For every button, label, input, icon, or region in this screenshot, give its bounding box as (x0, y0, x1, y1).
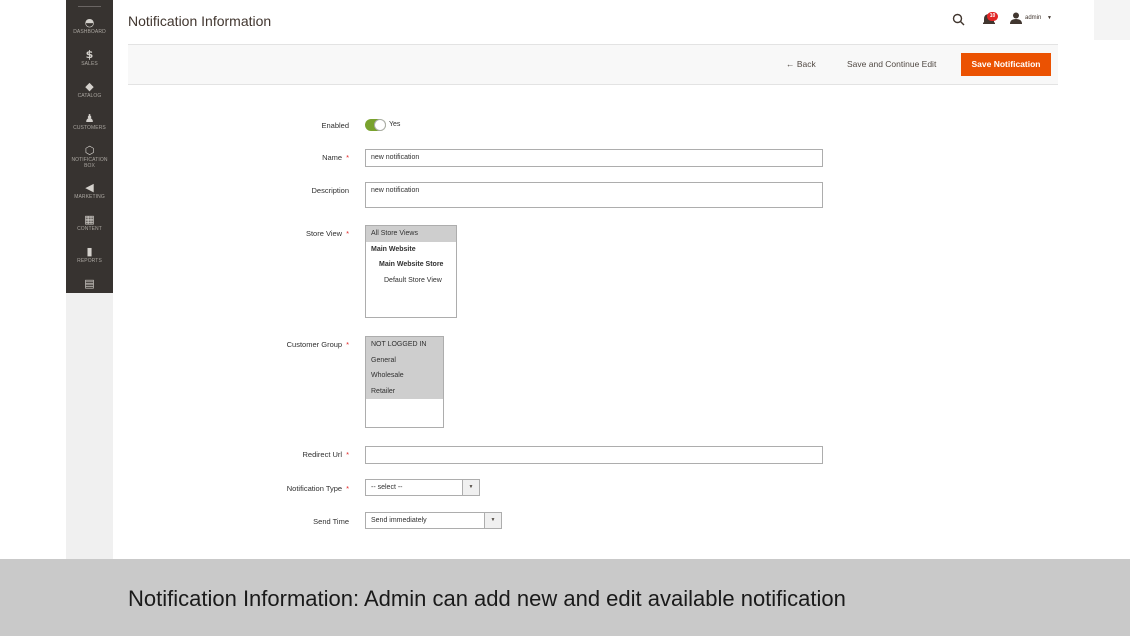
required-marker: * (346, 153, 349, 162)
sidebar-item-dashboard[interactable]: ◓ DASHBOARD (66, 16, 113, 36)
back-button[interactable]: ← Back (786, 59, 816, 69)
store-view-multiselect[interactable]: All Store Views Main Website Main Websit… (365, 225, 457, 318)
enabled-toggle[interactable] (365, 119, 386, 131)
content-icon: ▦ (84, 213, 95, 226)
notification-type-label: Notification Type * (229, 484, 349, 493)
enabled-label-text: Enabled (321, 121, 349, 130)
store-view-label: Store View * (229, 229, 349, 238)
sidebar-item-reports[interactable]: ▮ REPORTS (66, 245, 113, 265)
hexagon-icon: ⬡ (84, 144, 95, 157)
description-label: Description (229, 186, 349, 195)
sidebar-item-customers[interactable]: ♟ CUSTOMERS (66, 112, 113, 132)
top-right-panel (1094, 0, 1130, 40)
customer-group-label: Customer Group * (229, 340, 349, 349)
store-icon: ▤ (84, 277, 95, 290)
sidebar-item-label: CATALOG (77, 93, 102, 99)
send-time-select[interactable]: Send immediately ▼ (365, 512, 502, 529)
sidebar-item-marketing[interactable]: ◀ MARKETING (66, 181, 113, 201)
customer-group-option[interactable]: Retailer (366, 383, 443, 399)
store-view-option[interactable]: Main Website Store (366, 257, 456, 273)
notification-type-select[interactable]: -- select -- ▼ (365, 479, 480, 496)
store-view-label-text: Store View (305, 229, 343, 238)
redirect-url-label-text: Redirect Url (302, 450, 343, 459)
chevron-down-icon[interactable]: ▼ (1047, 15, 1052, 21)
required-marker: * (346, 229, 349, 238)
store-view-option[interactable]: Main Website (366, 242, 456, 258)
name-label-text: Name (322, 153, 343, 162)
toggle-knob (374, 119, 386, 131)
admin-user-menu[interactable]: admin (1025, 15, 1041, 21)
enabled-value: Yes (389, 121, 401, 128)
sidebar-item-label: CUSTOMERS (73, 125, 106, 131)
notification-type-value: -- select -- (371, 484, 403, 491)
dashboard-icon: ◓ (84, 16, 95, 29)
cube-icon: ◆ (85, 80, 94, 93)
sidebar-item-content[interactable]: ▦ CONTENT (66, 213, 113, 233)
customer-group-multiselect[interactable]: NOT LOGGED IN General Wholesale Retailer (365, 336, 444, 428)
redirect-url-label: Redirect Url * (229, 450, 349, 459)
customer-group-label-text: Customer Group (286, 340, 343, 349)
megaphone-icon: ◀ (85, 181, 94, 194)
redirect-url-field[interactable] (365, 446, 823, 464)
description-label-text: Description (311, 186, 349, 195)
save-and-continue-button[interactable]: Save and Continue Edit (847, 59, 936, 69)
customer-group-option[interactable]: General (366, 352, 443, 368)
page-title: Notification Information (128, 13, 272, 29)
sidebar-item-label-line2: BOX (84, 163, 95, 169)
chevron-down-icon: ▼ (484, 513, 501, 528)
store-view-option[interactable]: Default Store View (366, 273, 456, 289)
send-time-label: Send Time (229, 517, 349, 526)
sidebar-divider (78, 6, 101, 7)
customer-group-option[interactable]: NOT LOGGED IN (366, 337, 443, 353)
sidebar-item-catalog[interactable]: ◆ CATALOG (66, 80, 113, 100)
user-icon[interactable] (1010, 12, 1022, 24)
person-icon: ♟ (84, 112, 95, 125)
sidebar-item-label: DASHBOARD (73, 29, 106, 35)
sidebar-item-label: REPORTS (77, 258, 102, 264)
required-marker: * (346, 450, 349, 459)
name-label: Name * (229, 153, 349, 162)
name-field[interactable]: new notification (365, 149, 823, 167)
search-icon[interactable] (952, 13, 965, 26)
description-value: new notification (371, 187, 420, 194)
customer-group-option[interactable]: Wholesale (366, 368, 443, 384)
send-time-label-text: Send Time (313, 517, 349, 526)
chevron-down-icon: ▼ (462, 480, 479, 495)
description-field[interactable]: new notification (365, 182, 823, 208)
left-margin (0, 0, 66, 559)
notification-type-label-text: Notification Type (286, 484, 343, 493)
dollar-icon: $ (85, 48, 94, 61)
notification-count-badge: 10 (987, 12, 998, 21)
required-marker: * (346, 340, 349, 349)
sidebar-item-stores[interactable]: ▤ (66, 278, 113, 290)
bar-chart-icon: ▮ (86, 245, 93, 258)
enabled-label: Enabled (229, 121, 349, 130)
sidebar-item-label: SALES (81, 61, 98, 67)
required-marker: * (346, 484, 349, 493)
send-time-value: Send immediately (371, 517, 427, 524)
sidebar-item-sales[interactable]: $ SALES (66, 48, 113, 68)
sidebar-item-notification-box[interactable]: ⬡ NOTIFICATION BOX (66, 144, 113, 170)
store-view-option[interactable]: All Store Views (366, 226, 456, 242)
caption-text: Notification Information: Admin can add … (128, 586, 846, 611)
sidebar-item-label: MARKETING (74, 194, 105, 200)
save-notification-button[interactable]: Save Notification (961, 53, 1051, 76)
sidebar-item-label: CONTENT (77, 226, 102, 232)
screen: ◓ DASHBOARD $ SALES ◆ CATALOG ♟ CUSTOMER… (0, 0, 1130, 636)
